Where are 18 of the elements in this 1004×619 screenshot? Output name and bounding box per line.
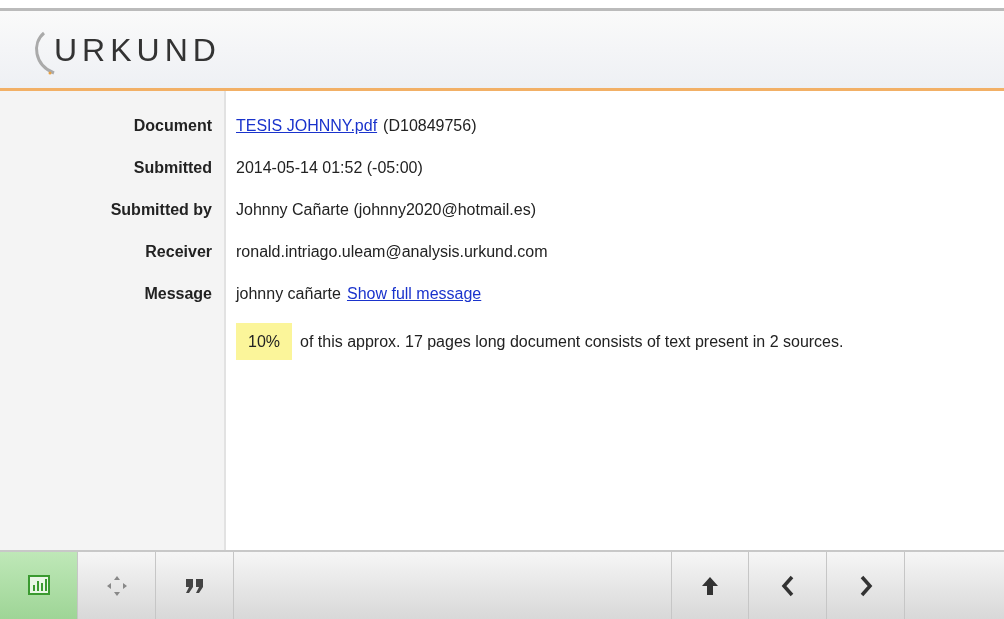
percentage-badge: 10% <box>236 323 293 360</box>
chart-button[interactable] <box>0 552 78 619</box>
field-value: 2014-05-14 01:52 (-05:00) <box>236 158 423 178</box>
field-value: ronald.intriago.uleam@analysis.urkund.com <box>236 242 548 262</box>
link[interactable]: Show full message <box>346 282 482 306</box>
chart-icon <box>26 573 51 598</box>
field-value: johnny cañarte <box>236 284 341 304</box>
field-label: Message <box>143 284 213 304</box>
field-label: Document <box>132 116 213 136</box>
field-label: Receiver <box>144 242 213 262</box>
field-value: (D10849756) <box>383 116 477 136</box>
field-label: Submitted <box>132 158 213 178</box>
link[interactable]: TESIS JOHNNY.pdf <box>236 114 378 138</box>
field-value: Johnny Cañarte (johnny2020@hotmail.es) <box>236 200 536 220</box>
arrow-up-button[interactable] <box>671 552 749 619</box>
summary-text: of this approx. 17 pages long document consists of text present in 2 sources. <box>300 333 844 350</box>
field-label: Submitted by <box>109 200 213 220</box>
logo-text: URKUND <box>54 33 221 66</box>
